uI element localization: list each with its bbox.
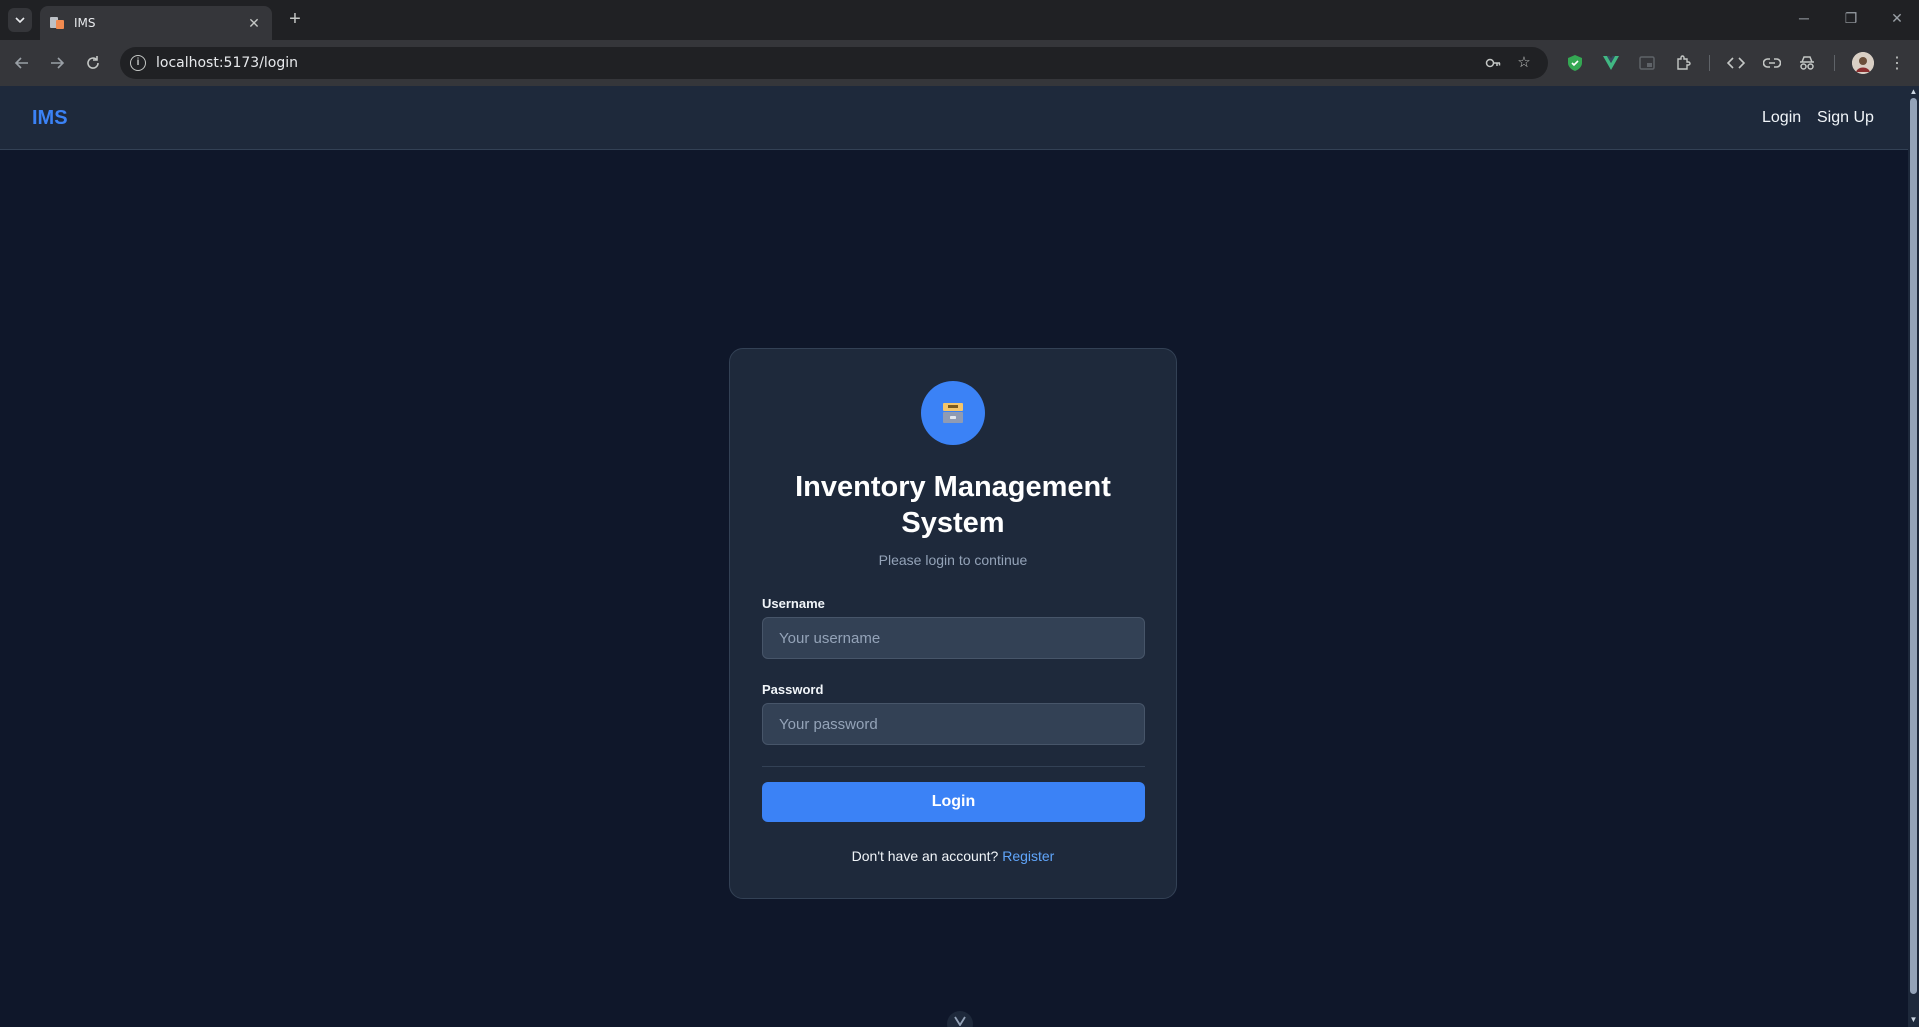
star-icon[interactable]: ☆ — [1515, 54, 1533, 72]
login-card: Inventory Management System Please login… — [729, 348, 1177, 899]
form-divider — [762, 766, 1145, 767]
username-label: Username — [762, 596, 825, 611]
register-prompt: Don't have an account? Register — [730, 848, 1176, 864]
back-icon[interactable] — [10, 51, 34, 75]
more-icon[interactable]: ⋮ — [1887, 53, 1907, 73]
close-window-icon[interactable]: ✕ — [1887, 10, 1907, 27]
password-label: Password — [762, 682, 824, 697]
scroll-up-icon[interactable]: ▲ — [1909, 88, 1918, 96]
register-prompt-text: Don't have an account? — [851, 848, 999, 864]
new-tab-button[interactable]: + — [283, 8, 307, 32]
shield-extension-icon[interactable] — [1565, 53, 1585, 73]
devtools-toggle-icon[interactable] — [947, 1011, 973, 1027]
reload-icon[interactable] — [81, 51, 105, 75]
password-input[interactable] — [762, 703, 1145, 745]
code-icon[interactable] — [1726, 53, 1746, 73]
url-text[interactable]: localhost:5173/login — [156, 55, 298, 71]
picture-in-picture-icon[interactable] — [1637, 53, 1657, 73]
toolbar-divider — [1709, 55, 1710, 71]
forward-icon[interactable] — [45, 51, 69, 75]
scrollbar-thumb[interactable] — [1910, 98, 1917, 994]
minimize-icon[interactable]: ─ — [1794, 10, 1814, 26]
page-scrollbar[interactable]: ▲ ▼ — [1908, 86, 1919, 1027]
file-cabinet-icon — [921, 381, 985, 445]
restore-icon[interactable]: ❐ — [1841, 10, 1861, 27]
incognito-icon[interactable] — [1797, 53, 1817, 73]
browser-toolbar: i localhost:5173/login ☆ ⋮ — [0, 40, 1919, 86]
address-bar[interactable]: i localhost:5173/login ☆ — [120, 47, 1548, 79]
tab-favicon-icon — [50, 16, 64, 30]
login-button[interactable]: Login — [762, 782, 1145, 822]
register-link[interactable]: Register — [1002, 848, 1054, 864]
tab-title: IMS — [74, 16, 96, 30]
toolbar-divider — [1834, 55, 1835, 71]
tab-close-icon[interactable]: ✕ — [246, 15, 262, 32]
extensions-icon[interactable] — [1673, 53, 1693, 73]
brand-logo[interactable]: IMS — [32, 107, 68, 130]
app-navbar: IMS Login Sign Up — [0, 86, 1908, 150]
tab-search-icon[interactable] — [8, 8, 32, 32]
browser-tab[interactable]: IMS ✕ — [40, 6, 272, 40]
nav-signup-link[interactable]: Sign Up — [1817, 109, 1874, 127]
username-input[interactable] — [762, 617, 1145, 659]
profile-avatar-icon[interactable] — [1852, 52, 1874, 74]
link-icon[interactable] — [1762, 53, 1782, 73]
scroll-down-icon[interactable]: ▼ — [1909, 1016, 1918, 1024]
vue-extension-icon[interactable] — [1601, 53, 1621, 73]
nav-login-link[interactable]: Login — [1762, 109, 1801, 127]
key-icon[interactable] — [1484, 54, 1502, 72]
site-info-icon[interactable]: i — [130, 55, 146, 71]
login-title: Inventory Management System — [795, 471, 1111, 539]
browser-tab-bar: IMS ✕ + ─ ❐ ✕ — [0, 0, 1919, 40]
login-subtitle: Please login to continue — [878, 552, 1028, 568]
